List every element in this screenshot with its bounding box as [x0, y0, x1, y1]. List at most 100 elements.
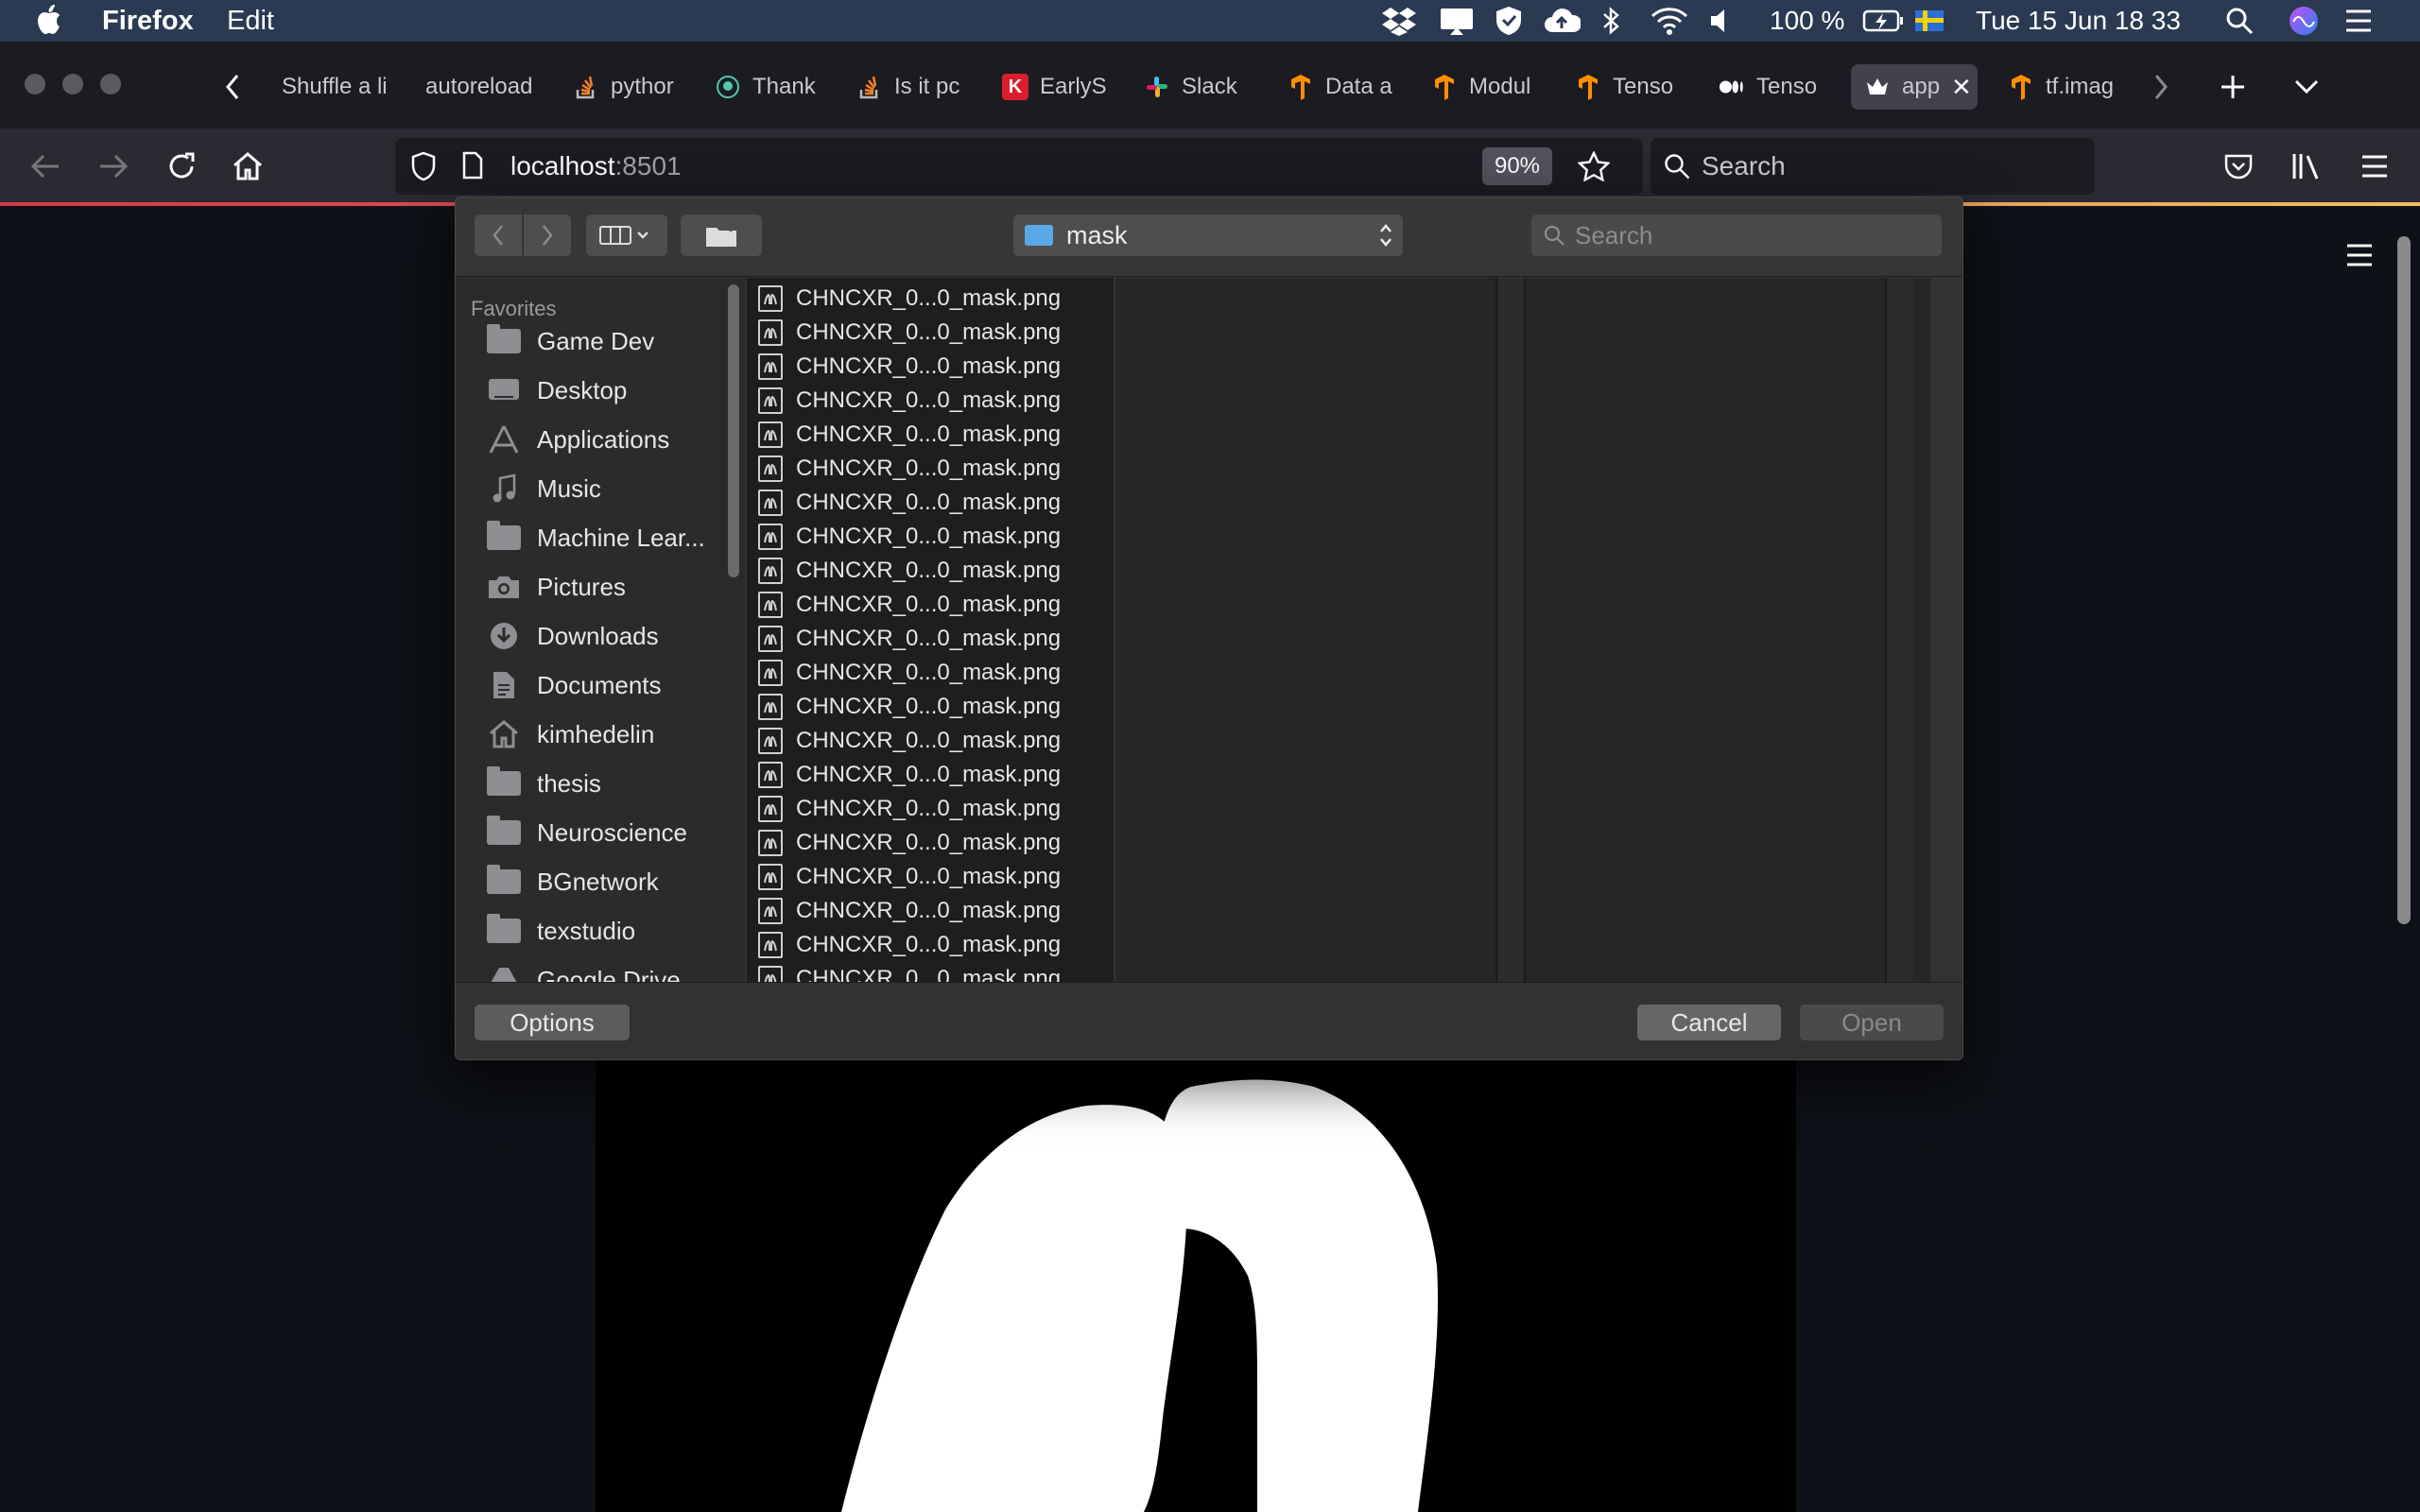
tab-close-icon[interactable]: ✕: [1951, 73, 1972, 102]
library-icon[interactable]: [2284, 144, 2329, 189]
edit-menu[interactable]: Edit: [227, 6, 274, 37]
control-center-icon[interactable]: [2342, 4, 2375, 38]
tab-10[interactable]: Tenso: [1719, 64, 1824, 110]
sidebar-item-thesis[interactable]: thesis: [486, 765, 601, 802]
page-info-icon[interactable]: [461, 151, 490, 183]
tracking-protection-shield-icon[interactable]: [406, 149, 441, 183]
window-minimize-button[interactable]: [62, 74, 83, 94]
bookmark-star-icon[interactable]: [1573, 147, 1615, 185]
forward-arrow-icon[interactable]: [91, 144, 136, 189]
dialog-search-input[interactable]: Search: [1531, 215, 1942, 256]
clock[interactable]: Tue 15 Jun 18 33: [1976, 4, 2181, 38]
tab-3[interactable]: Thank: [715, 64, 819, 110]
spotlight-search-icon[interactable]: [2225, 4, 2254, 38]
empty-column[interactable]: [1115, 278, 1495, 982]
tab-9[interactable]: Tenso: [1575, 64, 1681, 110]
cancel-button[interactable]: Cancel: [1637, 1005, 1781, 1040]
file-list-item[interactable]: CHNCXR_0...0_mask.png: [758, 316, 1061, 350]
shield-check-icon[interactable]: [1494, 4, 1524, 38]
apple-icon[interactable]: [36, 4, 64, 44]
file-list-item[interactable]: CHNCXR_0...0_mask.png: [758, 792, 1061, 826]
options-button[interactable]: Options: [475, 1005, 630, 1040]
wifi-icon[interactable]: [1651, 4, 1688, 38]
sidebar-item-texstudio[interactable]: texstudio: [486, 912, 635, 950]
window-close-button[interactable]: [25, 74, 45, 94]
sidebar-item-desktop[interactable]: Desktop: [486, 371, 627, 409]
new-tab-plus-icon[interactable]: [2212, 66, 2254, 108]
siri-icon[interactable]: [2288, 4, 2320, 38]
file-list-item[interactable]: CHNCXR_0...0_mask.png: [758, 928, 1061, 962]
open-button[interactable]: Open: [1800, 1005, 1944, 1040]
battery-icon[interactable]: [1862, 4, 1904, 38]
file-list-item[interactable]: CHNCXR_0...0_mask.png: [758, 758, 1061, 792]
tab-12[interactable]: tf.imag: [2008, 64, 2119, 110]
preview-column[interactable]: [1526, 278, 1930, 982]
reload-icon[interactable]: [159, 144, 204, 189]
tab-8[interactable]: Modul: [1431, 64, 1537, 110]
file-list-item[interactable]: CHNCXR_0...0_mask.png: [758, 826, 1061, 860]
tab-2[interactable]: pythor: [573, 64, 677, 110]
tab-6[interactable]: Slack: [1144, 64, 1250, 110]
streamlit-menu-hamburger-icon[interactable]: [2341, 238, 2378, 272]
page-scrollbar[interactable]: [2397, 236, 2411, 924]
bluetooth-icon[interactable]: [1601, 4, 1620, 38]
sidebar-item-applications[interactable]: Applications: [486, 421, 669, 458]
file-column[interactable]: CHNCXR_0...0_mask.png CHNCXR_0...0_mask.p…: [747, 278, 1114, 982]
finder-sidebar[interactable]: Favorites Game Dev Desktop Applications …: [456, 278, 724, 982]
sidebar-item-neuroscience[interactable]: Neuroscience: [486, 814, 687, 851]
file-list-item[interactable]: CHNCXR_0...0_mask.png: [758, 520, 1061, 554]
display-icon[interactable]: [1439, 4, 1475, 38]
location-popup-button[interactable]: mask: [1013, 215, 1403, 256]
sidebar-item-music[interactable]: Music: [486, 470, 601, 507]
tab-0[interactable]: Shuffle a li: [282, 64, 393, 110]
battery-percent[interactable]: 100 %: [1770, 4, 1844, 38]
app-menu-hamburger-icon[interactable]: [2352, 144, 2397, 189]
file-list-item[interactable]: CHNCXR_0...0_mask.png: [758, 962, 1061, 982]
window-zoom-button[interactable]: [100, 74, 121, 94]
swedish-flag-icon[interactable]: [1915, 4, 1944, 38]
tab-4[interactable]: Is it pc: [856, 64, 962, 110]
tabs-scroll-right-icon[interactable]: [2144, 66, 2178, 108]
file-list-item[interactable]: CHNCXR_0...0_mask.png: [758, 724, 1061, 758]
file-list-item[interactable]: CHNCXR_0...0_mask.png: [758, 384, 1061, 418]
file-list-item[interactable]: CHNCXR_0...0_mask.png: [758, 486, 1061, 520]
tab-1[interactable]: autoreload: [425, 64, 537, 110]
tab-11-active[interactable]: app ✕: [1851, 64, 1978, 110]
tab-5[interactable]: K EarlyS: [1002, 64, 1108, 110]
url-text[interactable]: localhost:8501: [510, 149, 682, 183]
file-list-item[interactable]: CHNCXR_0...0_mask.png: [758, 690, 1061, 724]
file-list-item[interactable]: CHNCXR_0...0_mask.png: [758, 588, 1061, 622]
zoom-level-badge[interactable]: 90%: [1482, 147, 1552, 185]
tabs-scroll-left-icon[interactable]: [216, 66, 250, 108]
back-arrow-icon[interactable]: [23, 144, 68, 189]
file-list-item[interactable]: CHNCXR_0...0_mask.png: [758, 282, 1061, 316]
file-list-item[interactable]: CHNCXR_0...0_mask.png: [758, 894, 1061, 928]
sidebar-item-kimhedelin[interactable]: kimhedelin: [486, 715, 654, 753]
file-list-item[interactable]: CHNCXR_0...0_mask.png: [758, 452, 1061, 486]
file-list-item[interactable]: CHNCXR_0...0_mask.png: [758, 622, 1061, 656]
sidebar-item-pictures[interactable]: Pictures: [486, 568, 626, 606]
sidebar-item-machine-learning[interactable]: Machine Lear...: [486, 519, 705, 557]
sidebar-item-game-dev[interactable]: Game Dev: [486, 322, 654, 360]
file-list-item[interactable]: CHNCXR_0...0_mask.png: [758, 418, 1061, 452]
dialog-forward-chevron-icon[interactable]: [524, 215, 571, 256]
file-list-item[interactable]: CHNCXR_0...0_mask.png: [758, 350, 1061, 384]
dialog-back-chevron-icon[interactable]: [475, 215, 522, 256]
tab-7[interactable]: Data a: [1288, 64, 1393, 110]
cloud-upload-icon[interactable]: [1543, 4, 1581, 38]
pocket-icon[interactable]: [2216, 144, 2261, 189]
app-menu[interactable]: Firefox: [102, 6, 194, 37]
dropbox-icon[interactable]: [1382, 4, 1416, 38]
sidebar-item-google-drive[interactable]: Google Drive: [486, 961, 681, 982]
sidebar-item-bgnetwork[interactable]: BGnetwork: [486, 863, 659, 901]
file-list-item[interactable]: CHNCXR_0...0_mask.png: [758, 656, 1061, 690]
volume-icon[interactable]: [1709, 4, 1732, 38]
sidebar-item-downloads[interactable]: Downloads: [486, 617, 659, 655]
view-mode-columns-button[interactable]: [586, 215, 667, 256]
home-icon[interactable]: [225, 144, 270, 189]
new-folder-button[interactable]: [681, 215, 762, 256]
sidebar-item-documents[interactable]: Documents: [486, 666, 662, 704]
file-list-item[interactable]: CHNCXR_0...0_mask.png: [758, 554, 1061, 588]
file-list-item[interactable]: CHNCXR_0...0_mask.png: [758, 860, 1061, 894]
sidebar-scrollbar-thumb[interactable]: [728, 284, 739, 577]
